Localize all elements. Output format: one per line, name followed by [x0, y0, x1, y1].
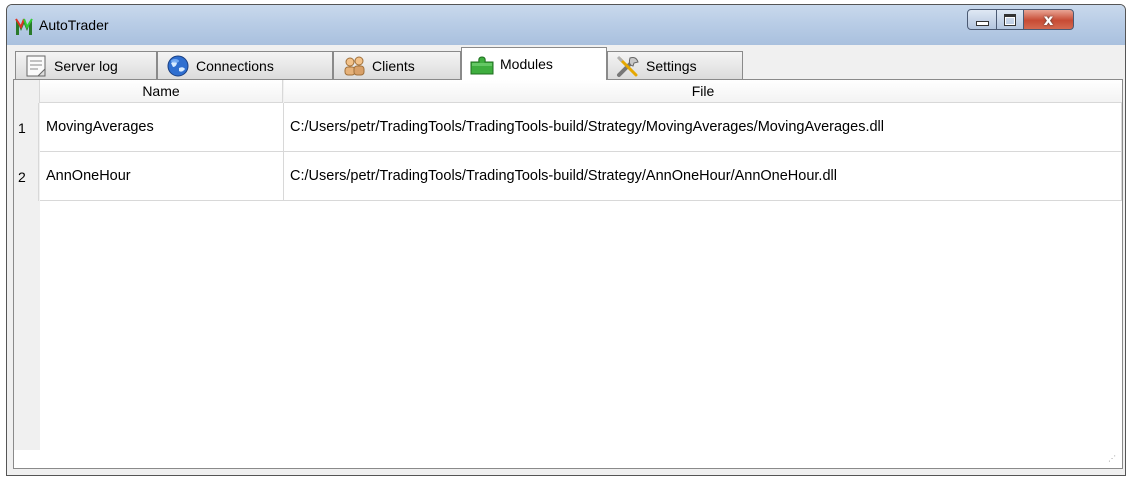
table-empty-area[interactable]	[40, 201, 1122, 450]
row-header[interactable]: 2	[14, 152, 39, 201]
modules-table[interactable]: Name File 1 MovingAverages C:/Users/petr…	[14, 80, 1122, 450]
column-header-name[interactable]: Name	[40, 80, 283, 103]
cell-file[interactable]: C:/Users/petr/TradingTools/TradingTools-…	[284, 152, 1122, 201]
window-title: AutoTrader	[39, 17, 109, 33]
cell-name[interactable]: MovingAverages	[40, 103, 284, 152]
tools-icon	[616, 55, 639, 77]
minimize-icon	[975, 21, 989, 26]
tab-clients[interactable]: Clients	[333, 51, 461, 79]
maximize-icon	[1004, 13, 1016, 26]
tab-label: Modules	[500, 56, 553, 72]
close-button[interactable]: x	[1023, 9, 1074, 30]
tab-modules[interactable]: Modules	[461, 47, 607, 80]
tab-settings[interactable]: Settings	[607, 51, 743, 79]
tab-server-log[interactable]: Server log	[15, 51, 157, 79]
cell-file[interactable]: C:/Users/petr/TradingTools/TradingTools-…	[284, 103, 1122, 152]
column-header-file[interactable]: File	[284, 80, 1122, 103]
row-header[interactable]: 1	[14, 103, 39, 152]
maximize-button[interactable]	[996, 9, 1024, 30]
tab-label: Clients	[372, 57, 415, 74]
tab-label: Server log	[54, 57, 118, 74]
autotrader-window: AutoTrader x Server log Connections Clie…	[6, 4, 1126, 476]
tab-label: Connections	[196, 57, 274, 74]
app-logo-icon	[15, 18, 33, 35]
close-icon: x	[1043, 10, 1054, 29]
puzzle-icon	[470, 56, 494, 75]
globe-icon	[167, 55, 189, 76]
users-icon	[344, 56, 365, 75]
tab-bar: Server log Connections Clients Modules S…	[13, 45, 1123, 80]
row-header-empty	[14, 201, 39, 450]
cell-name[interactable]: AnnOneHour	[40, 152, 284, 201]
table-corner[interactable]	[14, 80, 40, 103]
resize-grip-icon[interactable]: ⋰	[1108, 454, 1118, 464]
modules-panel: Name File 1 MovingAverages C:/Users/petr…	[13, 79, 1123, 469]
tab-label: Settings	[646, 57, 697, 74]
tab-connections[interactable]: Connections	[157, 51, 333, 79]
minimize-button[interactable]	[967, 9, 997, 30]
title-bar[interactable]: AutoTrader x	[7, 5, 1125, 45]
server-log-icon	[26, 55, 46, 76]
